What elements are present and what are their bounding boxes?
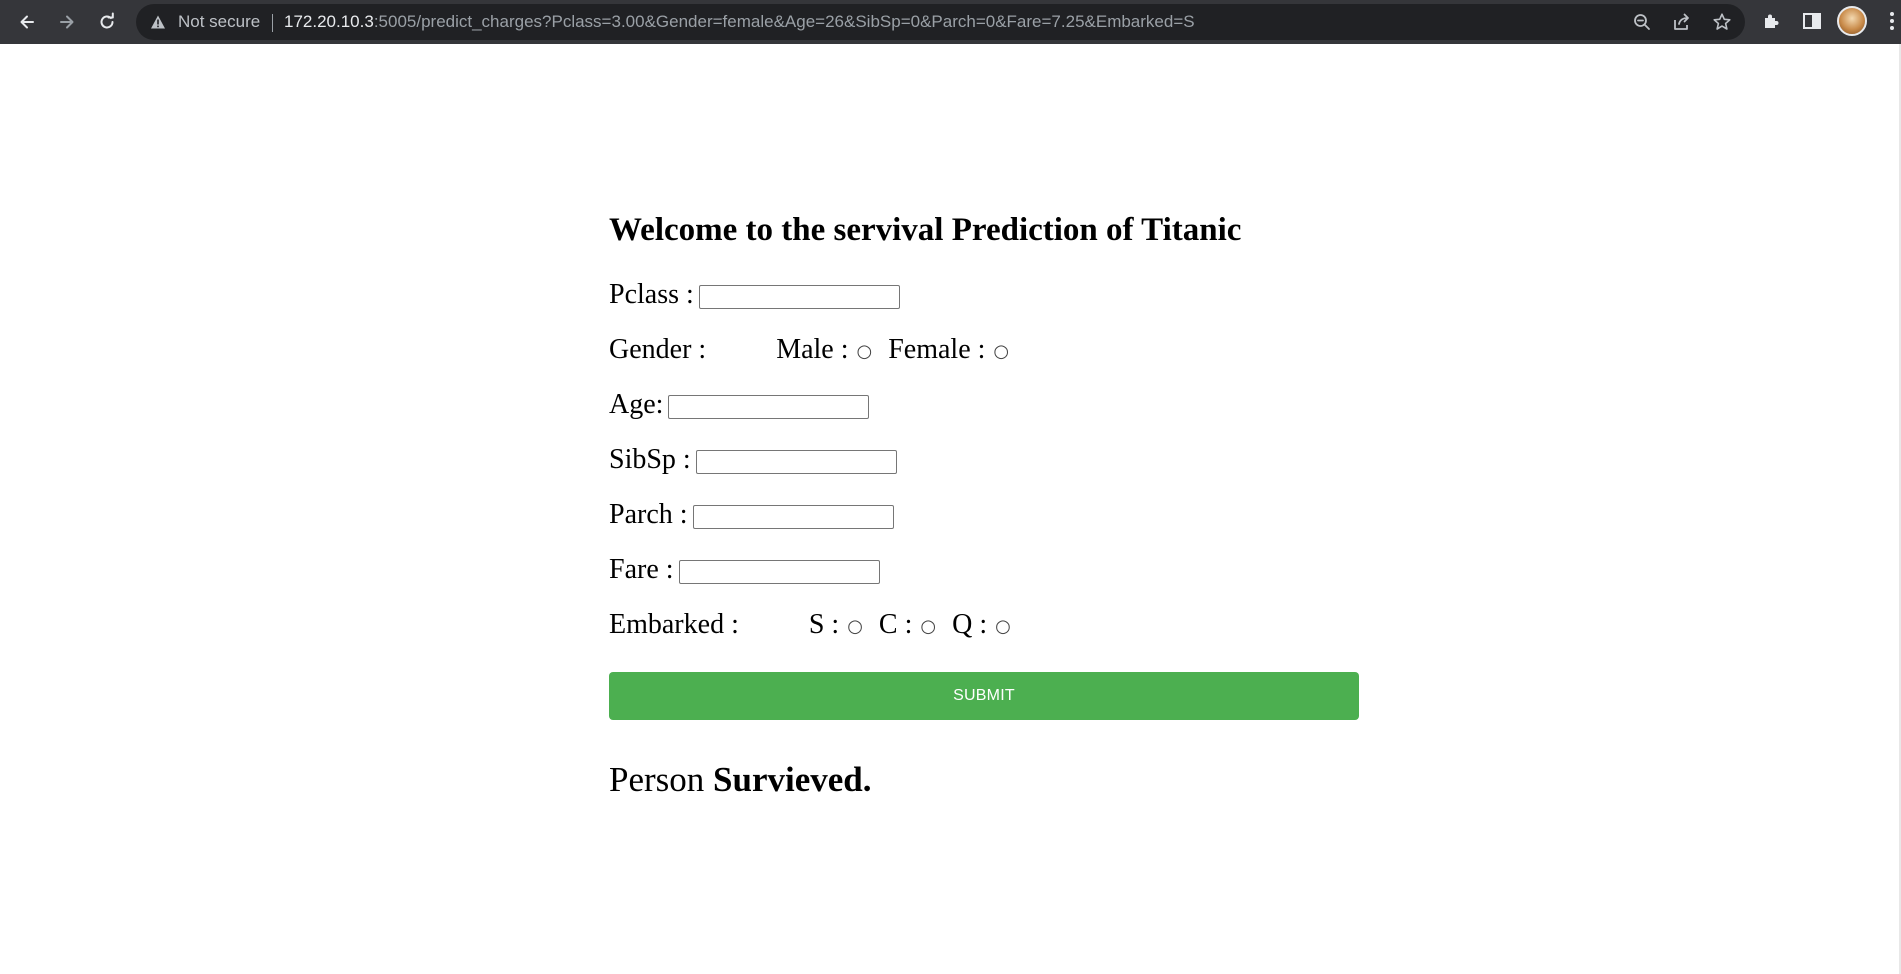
result-prefix: Person (609, 760, 705, 799)
page-title: Welcome to the servival Prediction of Ti… (609, 212, 1242, 248)
pclass-input[interactable] (698, 285, 900, 309)
female-radio[interactable]: ○ (993, 336, 1009, 368)
embarked-s-radio[interactable]: ○ (847, 611, 863, 643)
address-bar[interactable]: Not secure 172.20.10.3:5005/predict_char… (136, 4, 1745, 40)
sibsp-row: SibSp : (609, 444, 897, 476)
zoom-icon[interactable] (1632, 12, 1652, 32)
sibsp-label: SibSp : (609, 444, 691, 475)
submit-button[interactable]: SUBMIT (609, 672, 1359, 720)
page-content: Welcome to the servival Prediction of Ti… (0, 44, 1901, 974)
fare-input[interactable] (678, 560, 880, 584)
male-radio[interactable]: ○ (857, 336, 873, 368)
embarked-q-radio[interactable]: ○ (995, 611, 1011, 643)
star-icon[interactable] (1712, 12, 1732, 32)
reload-icon (100, 12, 114, 29)
fare-row: Fare : (609, 554, 880, 586)
prediction-result: Person Survieved. (609, 760, 872, 800)
pclass-row: Pclass : (609, 279, 900, 311)
parch-label: Parch : (609, 499, 688, 530)
url-path: :5005/predict_charges?Pclass=3.00&Gender… (373, 12, 1195, 31)
back-button[interactable] (11, 6, 43, 38)
embarked-c-radio[interactable]: ○ (920, 611, 936, 643)
security-status[interactable]: Not secure (178, 13, 260, 31)
embarked-row: Embarked : S : ○ C : ○ Q : ○ (609, 609, 1017, 641)
warning-icon[interactable] (150, 14, 166, 30)
profile-avatar[interactable] (1837, 6, 1867, 36)
browser-toolbar: Not secure 172.20.10.3:5005/predict_char… (0, 0, 1901, 44)
male-label: Male : (776, 334, 849, 365)
back-arrow-icon (20, 15, 34, 29)
embarked-s-label: S : (808, 609, 840, 640)
fare-label: Fare : (609, 554, 674, 585)
female-label: Female : (888, 334, 986, 365)
embarked-c-label: C : (878, 609, 913, 640)
age-label: Age: (609, 389, 664, 420)
extensions-icon[interactable] (1761, 10, 1783, 32)
reload-button[interactable] (91, 6, 123, 38)
menu-kebab-icon[interactable] (1889, 12, 1895, 32)
side-panel-icon[interactable] (1801, 10, 1823, 32)
age-row: Age: (609, 389, 870, 421)
forward-arrow-icon (60, 15, 74, 29)
gender-label: Gender : (609, 334, 707, 365)
parch-row: Parch : (609, 499, 894, 531)
result-outcome: Survieved. (713, 760, 872, 799)
sibsp-input[interactable] (695, 450, 897, 474)
url-host: 172.20.10.3 (284, 12, 374, 31)
share-icon[interactable] (1672, 12, 1692, 32)
forward-button[interactable] (51, 6, 83, 38)
url-text[interactable]: 172.20.10.3:5005/predict_charges?Pclass=… (284, 13, 1195, 31)
embarked-label: Embarked : (609, 609, 739, 640)
omnibox-separator (272, 14, 273, 32)
pclass-label: Pclass : (609, 279, 694, 310)
parch-input[interactable] (692, 505, 894, 529)
gender-row: Gender : Male : ○ Female : ○ (609, 334, 1015, 366)
age-input[interactable] (668, 395, 870, 419)
embarked-q-label: Q : (952, 609, 988, 640)
